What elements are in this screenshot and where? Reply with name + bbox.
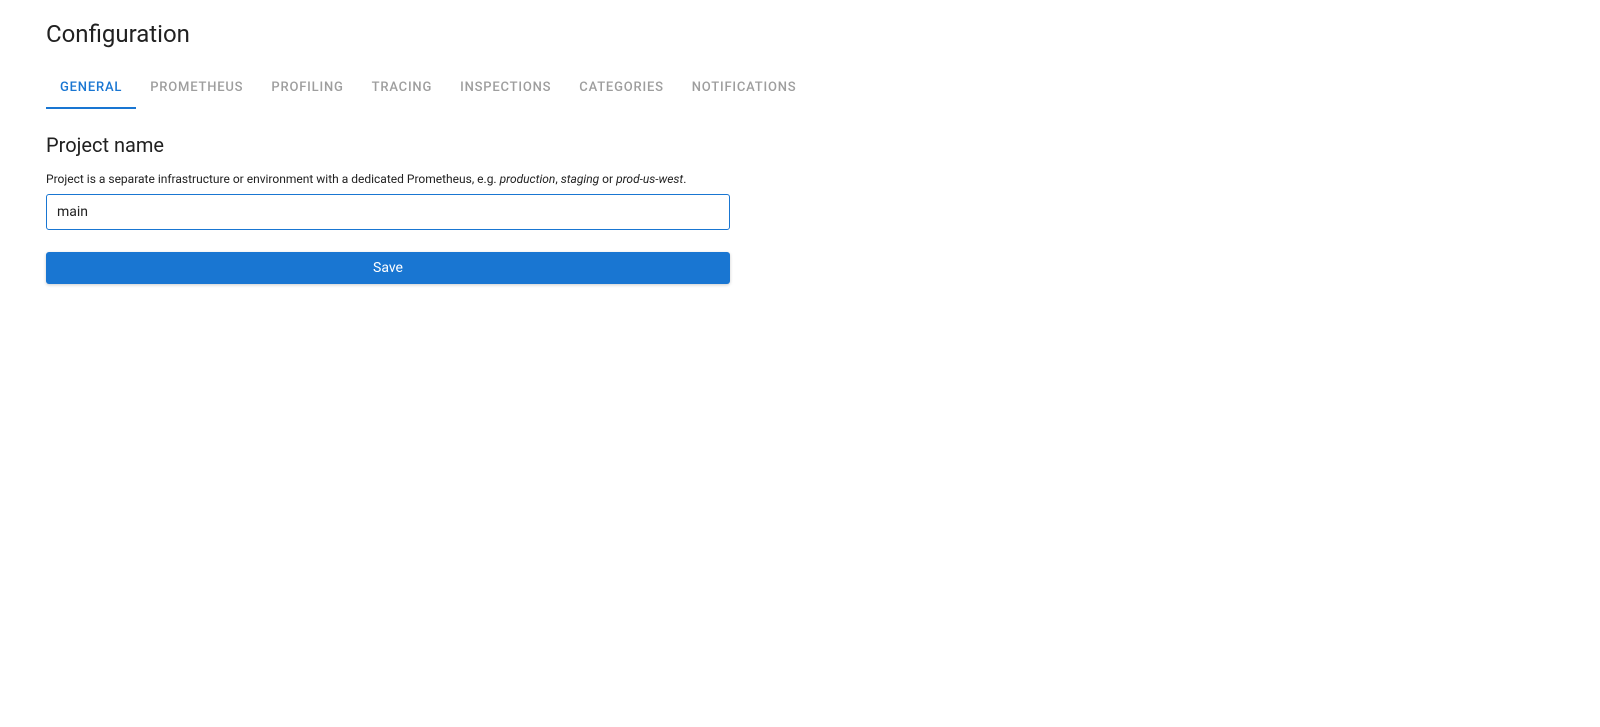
project-name-input[interactable] <box>46 194 730 230</box>
tab-categories[interactable]: CATEGORIES <box>565 68 677 109</box>
section-description: Project is a separate infrastructure or … <box>46 171 730 188</box>
form-section: Project name Project is a separate infra… <box>46 133 730 284</box>
tab-prometheus[interactable]: PROMETHEUS <box>136 68 257 109</box>
tab-general[interactable]: GENERAL <box>46 68 136 109</box>
description-text: or <box>599 172 616 186</box>
description-text: Project is a separate infrastructure or … <box>46 172 500 186</box>
tab-tracing[interactable]: TRACING <box>358 68 446 109</box>
tab-inspections[interactable]: INSPECTIONS <box>446 68 565 109</box>
tab-bar: GENERAL PROMETHEUS PROFILING TRACING INS… <box>46 68 1554 109</box>
save-button[interactable]: Save <box>46 252 730 284</box>
tab-profiling[interactable]: PROFILING <box>257 68 357 109</box>
tab-notifications[interactable]: NOTIFICATIONS <box>678 68 811 109</box>
section-title: Project name <box>46 133 730 157</box>
description-example: staging <box>561 172 599 186</box>
description-text: . <box>683 172 686 186</box>
description-example: production <box>500 172 556 186</box>
page-title: Configuration <box>46 20 1554 48</box>
description-example: prod-us-west <box>616 172 683 186</box>
